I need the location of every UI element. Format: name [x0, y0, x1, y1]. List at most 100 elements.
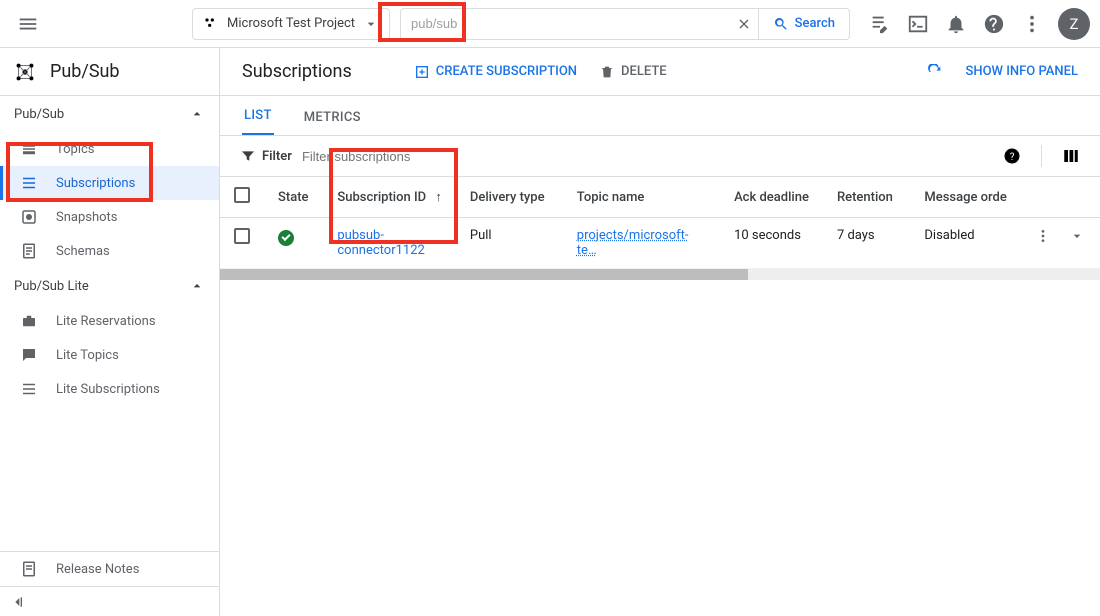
refresh-icon	[927, 64, 943, 80]
topbar: Microsoft Test Project Search Z	[0, 0, 1100, 48]
section-pubsub[interactable]: Pub/Sub	[0, 96, 219, 132]
avatar-initial: Z	[1070, 15, 1079, 33]
filter-icon	[240, 148, 256, 164]
schemas-icon	[20, 242, 38, 260]
notifications-button[interactable]	[938, 6, 974, 42]
utilities-button[interactable]	[862, 6, 898, 42]
topics-label: Topics	[56, 142, 95, 157]
create-subscription-label: CREATE SUBSCRIPTION	[436, 64, 577, 79]
create-subscription-button[interactable]: CREATE SUBSCRIPTION	[414, 64, 577, 80]
trash-icon	[599, 64, 615, 80]
topbar-right: Z	[862, 6, 1090, 42]
page-title: Subscriptions	[242, 61, 352, 82]
delete-button[interactable]: DELETE	[599, 64, 667, 80]
project-picker[interactable]: Microsoft Test Project	[192, 8, 390, 40]
filter-label-wrap: Filter	[240, 148, 292, 164]
table-row[interactable]: pubsub-connector1122 Pull projects/micro…	[220, 218, 1100, 269]
sort-asc-icon: ↑	[435, 189, 442, 205]
cell-ack-deadline: 10 seconds	[720, 218, 823, 269]
caret-down-icon	[363, 16, 379, 32]
search-button[interactable]: Search	[758, 9, 849, 39]
chat-icon	[20, 346, 38, 364]
cell-retention: 7 days	[823, 218, 910, 269]
help-button[interactable]	[976, 6, 1012, 42]
filter-label: Filter	[262, 149, 292, 164]
main: Subscriptions CREATE SUBSCRIPTION DELETE…	[220, 48, 1100, 616]
section-pubsub-label: Pub/Sub	[14, 107, 64, 122]
more-button[interactable]	[1014, 6, 1050, 42]
tab-list[interactable]: LIST	[242, 108, 274, 135]
notes-icon	[20, 560, 38, 578]
section-pubsub-lite[interactable]: Pub/Sub Lite	[0, 268, 219, 304]
svg-text:?: ?	[1010, 152, 1015, 163]
filter-input[interactable]	[302, 149, 993, 164]
account-avatar[interactable]: Z	[1058, 8, 1090, 40]
show-info-panel-label: SHOW INFO PANEL	[965, 64, 1078, 79]
sidebar-item-lite-subscriptions[interactable]: Lite Subscriptions	[0, 372, 219, 406]
subscriptions-icon	[20, 174, 38, 192]
search-box: Search	[400, 8, 850, 40]
tab-metrics[interactable]: METRICS	[302, 110, 363, 135]
subscriptions-table: State Subscription ID ↑ Delivery type To…	[220, 176, 1100, 268]
col-ack-deadline[interactable]: Ack deadline	[720, 177, 823, 218]
sidebar-product-header[interactable]: Pub/Sub	[0, 48, 219, 96]
search-icon	[773, 16, 789, 32]
sidebar-collapse-button[interactable]	[0, 586, 219, 616]
project-name: Microsoft Test Project	[227, 16, 355, 31]
delete-label: DELETE	[621, 64, 667, 79]
select-all-checkbox[interactable]	[234, 187, 250, 203]
sidebar-item-topics[interactable]: Topics	[0, 132, 219, 166]
help-solid-icon[interactable]: ?	[1003, 147, 1021, 165]
horizontal-scrollbar[interactable]	[220, 268, 1100, 280]
sidebar-item-subscriptions[interactable]: Subscriptions	[0, 166, 219, 200]
search-clear-button[interactable]	[730, 16, 758, 32]
lite-subscriptions-label: Lite Subscriptions	[56, 382, 160, 397]
col-state[interactable]: State	[264, 177, 323, 218]
sidebar-item-lite-reservations[interactable]: Lite Reservations	[0, 304, 219, 338]
row-expand-icon[interactable]	[1069, 228, 1085, 244]
table-header-row: State Subscription ID ↑ Delivery type To…	[220, 177, 1100, 218]
plus-box-icon	[414, 64, 430, 80]
snapshots-icon	[20, 208, 38, 226]
subscription-id-link[interactable]: pubsub-connector1122	[337, 228, 424, 258]
topic-name-link[interactable]: projects/microsoft-te…	[577, 228, 689, 258]
refresh-button[interactable]	[927, 64, 943, 80]
help-icon	[983, 13, 1005, 35]
topics-icon	[20, 140, 38, 158]
cell-delivery-type: Pull	[456, 218, 563, 269]
cell-message-ordering: Disabled	[910, 218, 1020, 269]
columns-icon[interactable]	[1062, 147, 1080, 165]
cloud-shell-button[interactable]	[900, 6, 936, 42]
schemas-label: Schemas	[56, 244, 110, 259]
col-delivery-type[interactable]: Delivery type	[456, 177, 563, 218]
chevron-up-icon	[189, 106, 205, 122]
row-checkbox[interactable]	[234, 228, 250, 244]
col-topic-name[interactable]: Topic name	[563, 177, 720, 218]
briefcase-icon	[20, 312, 38, 330]
hamburger-icon	[17, 13, 39, 35]
project-icon	[203, 16, 219, 32]
search-input[interactable]	[401, 9, 730, 39]
bell-icon	[945, 13, 967, 35]
state-ok-icon	[278, 230, 294, 246]
list-icon	[20, 380, 38, 398]
filter-row: Filter ?	[220, 136, 1100, 176]
tabs: LIST METRICS	[220, 96, 1100, 136]
section-pubsub-lite-label: Pub/Sub Lite	[14, 279, 89, 294]
sidebar-item-release-notes[interactable]: Release Notes	[0, 552, 219, 586]
sidebar-item-snapshots[interactable]: Snapshots	[0, 200, 219, 234]
col-message-ordering[interactable]: Message orde	[910, 177, 1020, 218]
sidebar-item-lite-topics[interactable]: Lite Topics	[0, 338, 219, 372]
col-subscription-id[interactable]: Subscription ID ↑	[323, 177, 456, 218]
pubsub-icon	[14, 61, 36, 83]
lite-reservations-label: Lite Reservations	[56, 314, 156, 329]
divider	[1041, 145, 1042, 167]
row-more-icon[interactable]	[1035, 228, 1051, 244]
show-info-panel-button[interactable]: SHOW INFO PANEL	[965, 64, 1078, 79]
subscriptions-table-wrap: State Subscription ID ↑ Delivery type To…	[220, 176, 1100, 280]
sidebar-item-schemas[interactable]: Schemas	[0, 234, 219, 268]
nav-menu-button[interactable]	[10, 6, 46, 42]
col-retention[interactable]: Retention	[823, 177, 910, 218]
more-vert-icon	[1021, 13, 1043, 35]
product-title: Pub/Sub	[50, 61, 120, 82]
